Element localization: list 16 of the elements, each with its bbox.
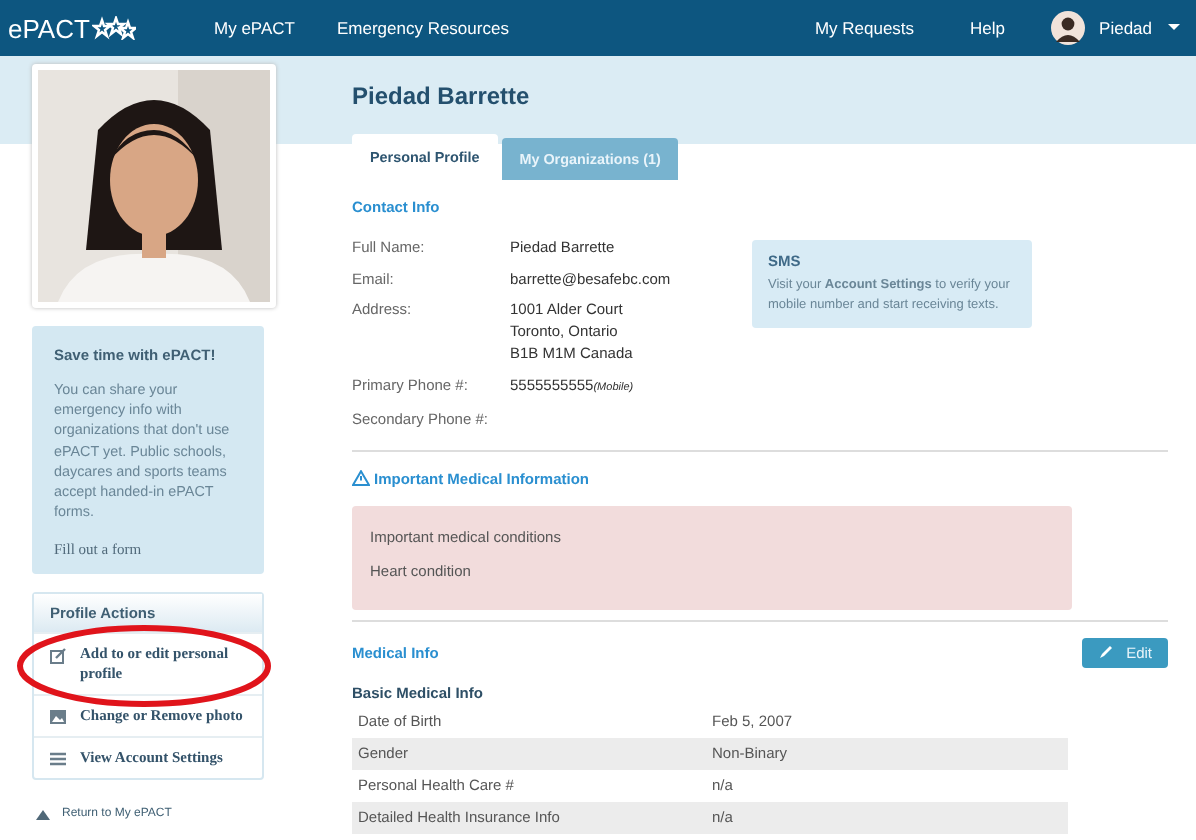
list-icon	[50, 752, 66, 767]
warning-icon	[352, 470, 370, 486]
user-menu[interactable]: Piedad	[1099, 18, 1152, 38]
avatar-icon[interactable]	[1049, 10, 1086, 46]
image-icon	[50, 710, 66, 725]
nav-link[interactable]: My ePACT	[214, 18, 295, 38]
nav-link[interactable]: My Requests	[814, 18, 915, 38]
stars-icon	[91, 16, 136, 40]
nav-link[interactable]: Help	[970, 18, 1006, 38]
arrow-icon	[36, 809, 50, 820]
nav-link[interactable]: Emergency Resources	[336, 18, 509, 38]
edit-icon	[50, 648, 66, 665]
caret-icon[interactable]	[1168, 24, 1180, 32]
profile-name: Piedad Barrette	[352, 82, 532, 110]
brand-logo-text[interactable]: ePACT	[8, 13, 90, 43]
pencil-icon	[1098, 644, 1115, 660]
